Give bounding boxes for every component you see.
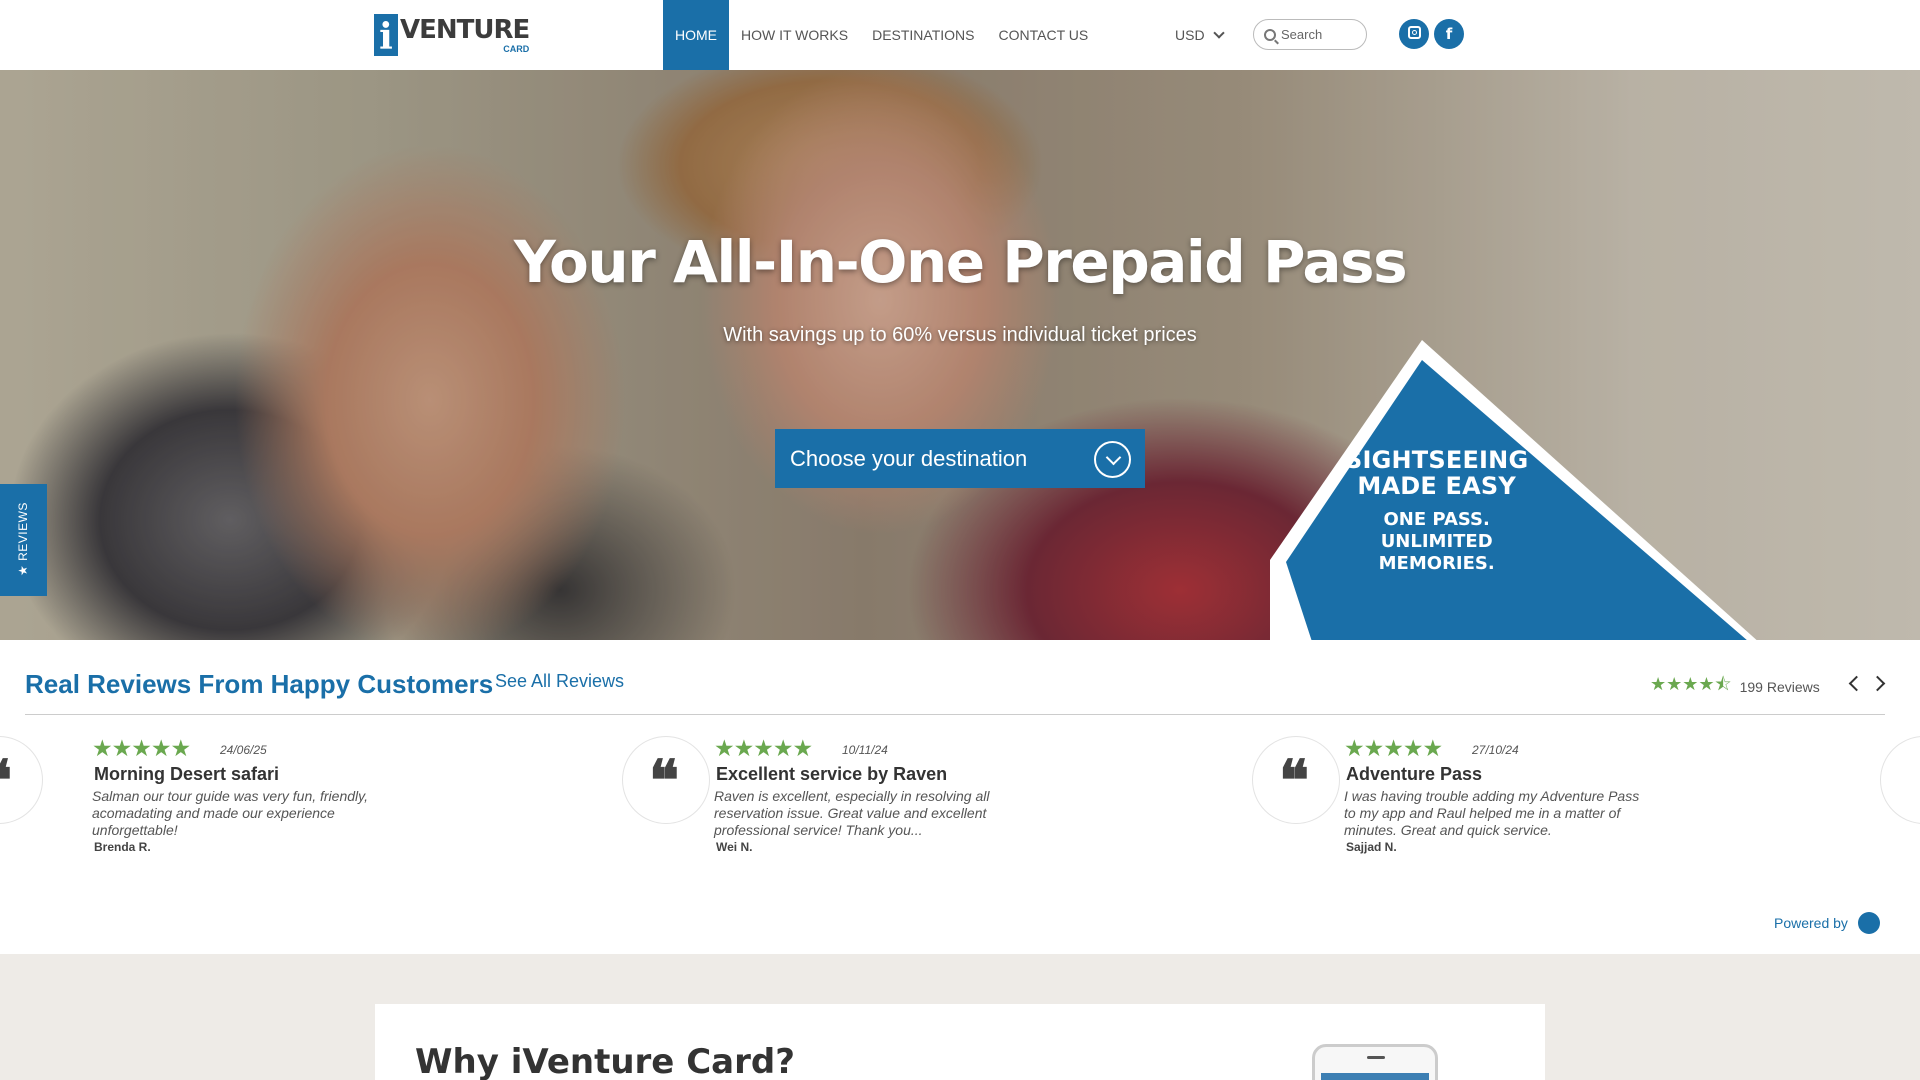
review-author: Wei N. [716, 840, 753, 854]
facebook-icon[interactable]: f [1434, 19, 1464, 49]
review-title: Excellent service by Raven [716, 764, 948, 784]
see-all-reviews-link[interactable]: See All Reviews [495, 671, 624, 692]
chevron-right-icon[interactable] [1869, 675, 1886, 692]
nav-home[interactable]: HOME [663, 0, 729, 70]
review-title: Adventure Pass [1346, 764, 1483, 784]
review-body: Raven is excellent, especially in resolv… [714, 788, 990, 838]
review-date: 27/10/24 [1472, 743, 1519, 757]
review-body: Salman our tour guide was very fun, frie… [92, 788, 368, 838]
review-stars-icon: ★★★★★ [92, 736, 191, 762]
quote-icon [1880, 736, 1920, 824]
chevron-left-icon[interactable] [1848, 675, 1865, 692]
nav-destinations[interactable]: DESTINATIONS [860, 0, 986, 70]
search-input[interactable] [1281, 27, 1355, 42]
reviews-summary: ★★★★⯪ 199 Reviews [1650, 672, 1820, 702]
search-box [1253, 19, 1367, 50]
logo[interactable]: i VENTURE CARD [374, 12, 530, 58]
review-stars-icon: ★★★★★ [714, 736, 813, 762]
choose-destination-button[interactable]: Choose your destination [775, 429, 1145, 488]
hero-banner: Your All-In-One Prepaid Pass With saving… [0, 70, 1920, 640]
divider [25, 714, 1885, 715]
review-card: ❝ ★★★★★ 10/11/24 Excellent service by Ra… [622, 736, 1042, 866]
chevron-down-circle-icon [1094, 441, 1131, 478]
rating-stars-icon: ★★★★⯪ [1650, 674, 1732, 695]
why-section: Why iVenture Card? [0, 954, 1920, 1080]
search-icon [1264, 28, 1276, 41]
chevron-down-icon [1212, 27, 1225, 39]
logo-subtext: CARD [503, 44, 530, 54]
logo-wordmark: VENTURE [400, 15, 530, 45]
powered-by[interactable]: Powered by [1774, 912, 1880, 934]
review-card: ❝ ★★★★★ 27/10/24 Adventure Pass I was ha… [1252, 736, 1672, 866]
reviews-count: 199 Reviews [1739, 679, 1820, 695]
hero-title: Your All-In-One Prepaid Pass [513, 228, 1408, 296]
reviews-tab-label: ★ REVIEWS [16, 502, 30, 576]
phone-image [1312, 1044, 1438, 1080]
nav-contact-us[interactable]: CONTACT US [987, 0, 1101, 70]
reviews-section: Real Reviews From Happy Customers See Al… [0, 640, 1920, 954]
reviews-side-tab[interactable]: ★ REVIEWS [0, 484, 47, 596]
main-nav: HOME HOW IT WORKS DESTINATIONS CONTACT U… [663, 0, 1100, 70]
review-author: Sajjad N. [1346, 840, 1397, 854]
review-title: Morning Desert safari [94, 764, 280, 784]
review-card [1880, 736, 1920, 866]
instagram-icon[interactable] [1399, 19, 1429, 49]
review-body: I was having trouble adding my Adventure… [1344, 788, 1640, 838]
review-author: Brenda R. [94, 840, 151, 854]
site-header: i VENTURE CARD HOME HOW IT WORKS DESTINA… [0, 0, 1920, 70]
reviews-title: Real Reviews From Happy Customers [25, 669, 494, 699]
review-card: ★★★★★ 24/06/25 Morning Desert safari Sal… [0, 736, 420, 866]
powered-by-label: Powered by [1774, 915, 1848, 931]
why-title: Why iVenture Card? [415, 1042, 795, 1080]
currency-select[interactable]: USD [1175, 0, 1225, 70]
reviews-provider-logo-icon [1857, 912, 1880, 934]
quote-icon: ❝ [1252, 736, 1340, 824]
review-date: 10/11/24 [842, 743, 888, 757]
quote-icon: ❝ [622, 736, 710, 824]
logo-letter: i [374, 14, 398, 58]
choose-destination-label: Choose your destination [790, 445, 1028, 471]
review-stars-icon: ★★★★★ [1344, 736, 1443, 762]
badge-text: SIGHTSEEING MADE EASY ONE PASS. UNLIMITE… [1345, 446, 1529, 574]
why-card: Why iVenture Card? [375, 1004, 1545, 1080]
currency-value: USD [1175, 27, 1205, 43]
review-date: 24/06/25 [220, 743, 267, 757]
nav-how-it-works[interactable]: HOW IT WORKS [729, 0, 860, 70]
